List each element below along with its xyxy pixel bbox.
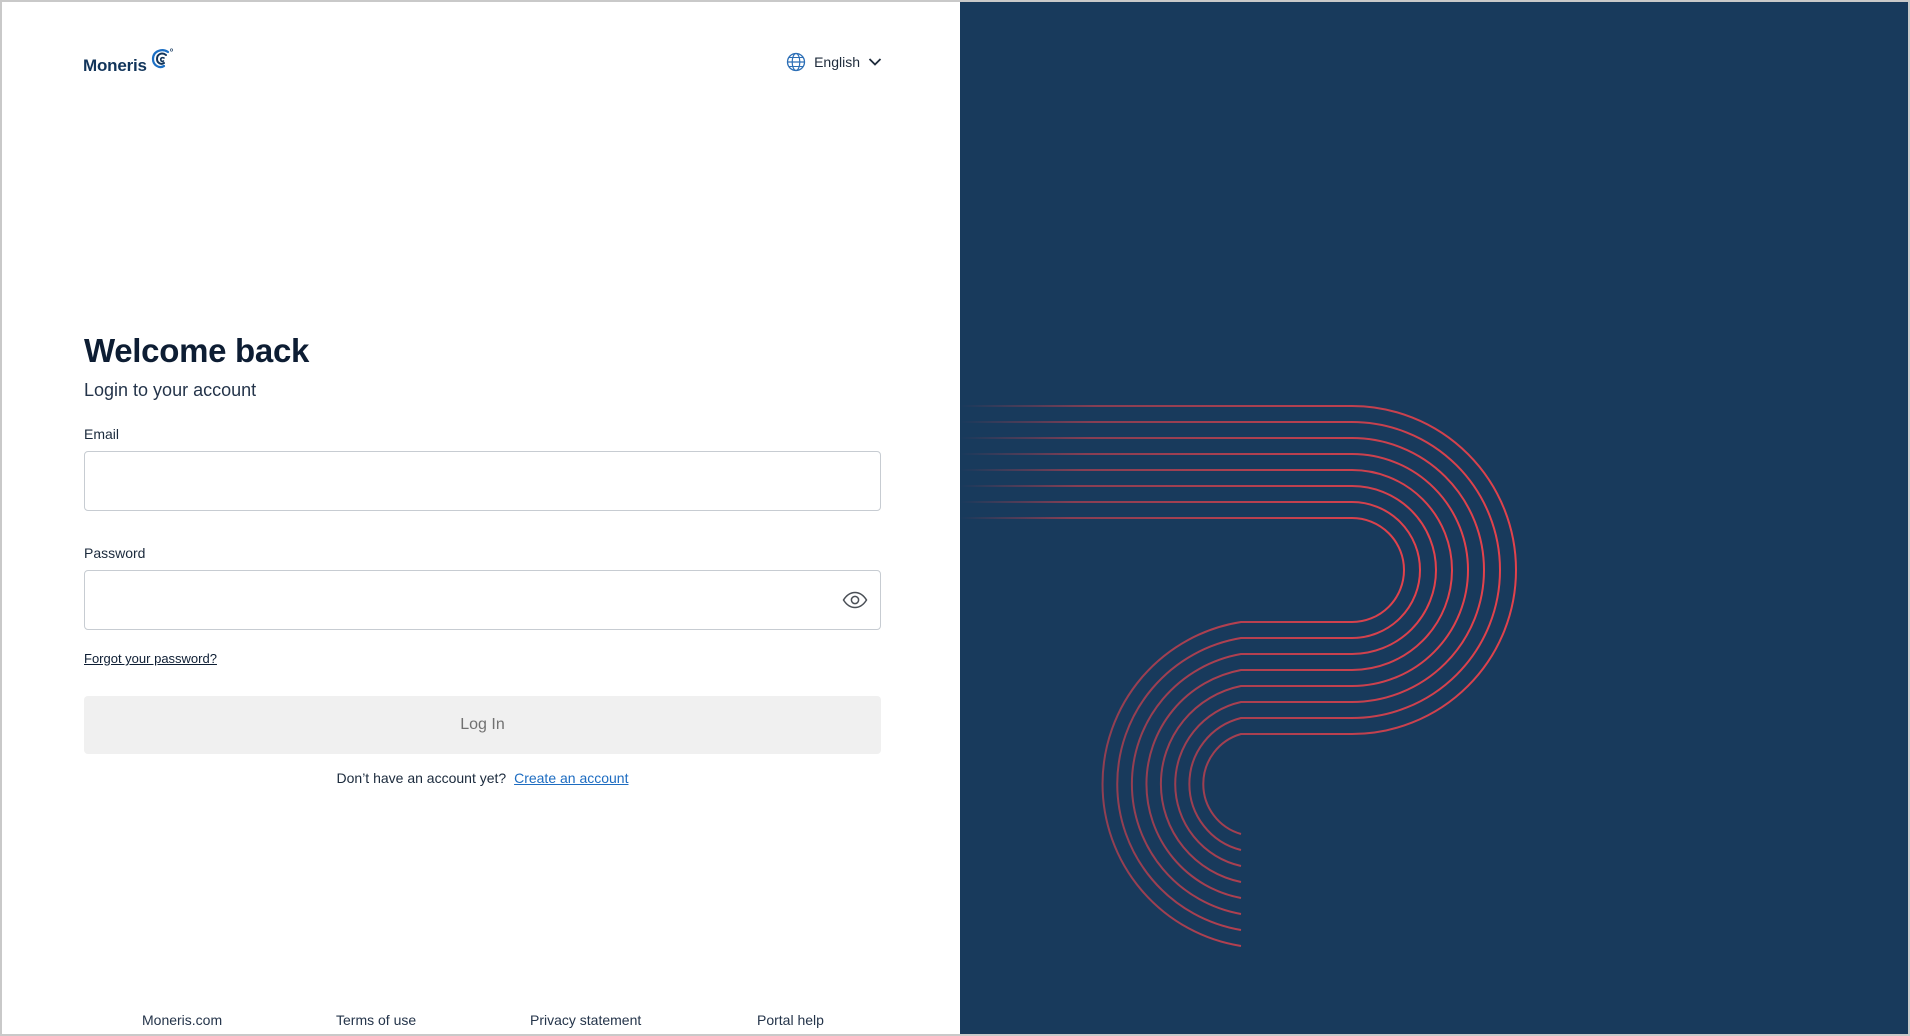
email-field[interactable] (84, 451, 881, 511)
login-button[interactable]: Log In (84, 696, 881, 754)
password-field[interactable] (84, 570, 881, 630)
password-field-wrapper (84, 570, 881, 630)
create-account-link[interactable]: Create an account (514, 770, 628, 786)
eye-icon[interactable] (840, 587, 870, 613)
footer-link-terms[interactable]: Terms of use (336, 1012, 416, 1028)
globe-icon (786, 52, 806, 72)
brand-name: Moneris (83, 56, 147, 75)
language-selector[interactable]: English (786, 52, 882, 72)
moneris-logo[interactable]: Moneris (83, 47, 174, 76)
password-label: Password (84, 545, 146, 561)
page-frame: Moneris English Welcome back Login to yo… (0, 0, 1910, 1036)
language-label: English (814, 54, 860, 70)
moneris-swirl-icon (151, 48, 173, 69)
brand-panel (960, 2, 1908, 1034)
signup-prompt: Don’t have an account yet? (336, 770, 507, 786)
footer: Moneris.com Terms of use Privacy stateme… (2, 1012, 960, 1032)
decorative-stripes-graphic (960, 405, 1908, 947)
login-form: Welcome back Login to your account Email… (84, 332, 881, 786)
email-label: Email (84, 426, 120, 442)
footer-link-privacy[interactable]: Privacy statement (530, 1012, 641, 1028)
page-title: Welcome back (84, 332, 310, 369)
stripe-lines (960, 405, 1908, 947)
footer-link-moneris[interactable]: Moneris.com (142, 1012, 222, 1028)
page-subtitle: Login to your account (84, 380, 257, 400)
chevron-down-icon (868, 58, 882, 66)
signup-prompt-row: Don’t have an account yet? Create an acc… (84, 770, 881, 786)
login-panel: Moneris English Welcome back Login to yo… (2, 2, 960, 1034)
forgot-password-link[interactable]: Forgot your password? (84, 651, 217, 666)
footer-link-help[interactable]: Portal help (757, 1012, 824, 1028)
